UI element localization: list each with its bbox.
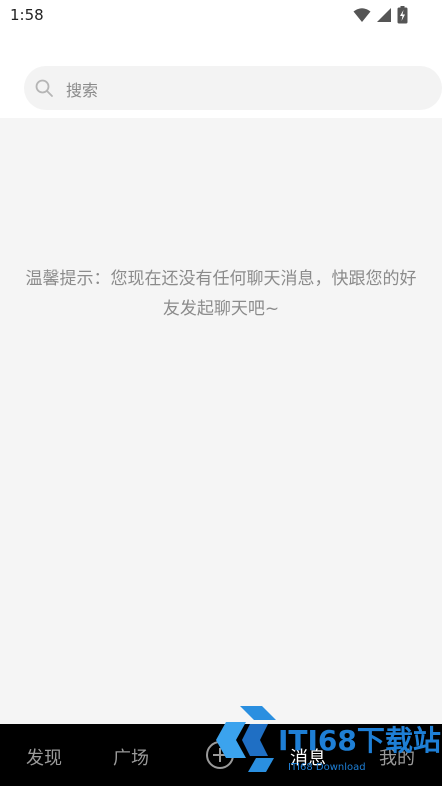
wifi-icon [353, 8, 371, 22]
search-area: 搜索 [0, 30, 442, 118]
tab-find[interactable]: 发现 [26, 744, 62, 770]
watermark-logo: ITI68下载站 ITI68 Download [216, 706, 441, 773]
watermark-sub: ITI68 Download [288, 762, 366, 773]
search-icon [35, 79, 53, 97]
battery-icon [397, 6, 408, 24]
signal-icon [377, 8, 391, 22]
tab-square[interactable]: 广场 [113, 744, 149, 770]
status-time: 1:58 [10, 6, 44, 24]
search-input[interactable]: 搜索 [24, 66, 442, 110]
status-bar: 1:58 [0, 0, 442, 30]
search-placeholder: 搜索 [66, 81, 99, 100]
status-icons [353, 6, 408, 24]
watermark-brand: ITI68下载站 [278, 724, 441, 757]
empty-state-tip: 温馨提示：您现在还没有任何聊天消息，快跟您的好友发起聊天吧~ [25, 269, 417, 319]
message-list: 温馨提示：您现在还没有任何聊天消息，快跟您的好友发起聊天吧~ [0, 118, 442, 724]
